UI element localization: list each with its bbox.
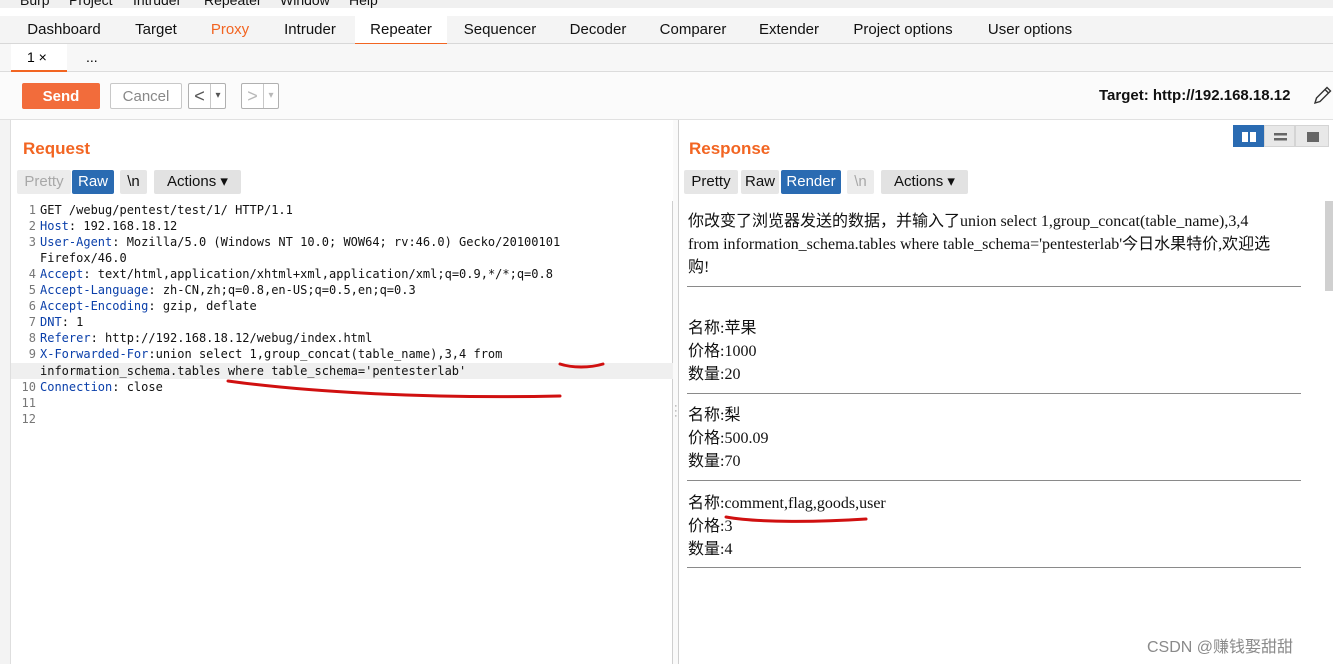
request-actions-dropdown[interactable]: Actions ▾ xyxy=(154,170,241,194)
response-pretty-button[interactable]: Pretty xyxy=(684,170,738,194)
request-line: 9 X-Forwarded-For:union select 1,group_co… xyxy=(28,347,503,361)
item-name: 名称:梨 xyxy=(688,407,741,424)
response-newline-toggle[interactable]: \n xyxy=(847,170,874,194)
menu-intruder[interactable]: Intruder xyxy=(133,0,181,8)
divider xyxy=(687,286,1301,287)
forward-dropdown-icon[interactable]: ▾ xyxy=(264,84,278,108)
menu-bar: Burp Project Intruder Repeater Window He… xyxy=(0,0,1333,8)
menu-project[interactable]: Project xyxy=(69,0,113,8)
response-scrollbar[interactable] xyxy=(1325,201,1333,291)
history-back-group[interactable]: < ▾ xyxy=(188,83,226,109)
tab-user-options[interactable]: User options xyxy=(978,16,1082,44)
item-price: 价格:3 xyxy=(688,518,733,535)
request-pretty-button[interactable]: Pretty xyxy=(17,170,71,194)
request-editor[interactable]: 1 GET /webug/pentest/test/1/ HTTP/1.1 2 Ho… xyxy=(11,201,673,664)
subtab-new[interactable]: ... xyxy=(70,44,116,72)
cancel-button[interactable]: Cancel xyxy=(110,83,182,109)
splitter-grip-icon[interactable]: · · · xyxy=(674,401,678,422)
item-price: 价格:500.09 xyxy=(688,430,769,447)
repeater-toolbar: Send Cancel < ▾ > ▾ Target: http://192.1… xyxy=(0,72,1333,120)
request-line: 3 User-Agent: Mozilla/5.0 (Windows NT 10.… xyxy=(28,235,561,249)
request-line: 1 GET /webug/pentest/test/1/ HTTP/1.1 xyxy=(28,203,293,217)
tab-sequencer[interactable]: Sequencer xyxy=(455,16,545,44)
divider xyxy=(687,480,1301,481)
tab-dashboard[interactable]: Dashboard xyxy=(18,16,110,44)
request-line: 11 xyxy=(21,396,36,410)
response-title: Response xyxy=(689,139,771,158)
request-line: 6 Accept-Encoding: gzip, deflate xyxy=(28,299,257,313)
divider xyxy=(687,567,1301,568)
menu-help[interactable]: Help xyxy=(349,0,378,8)
item-name: 名称:comment,flag,goods,user xyxy=(688,495,886,512)
main-tab-bar: Dashboard Target Proxy Intruder Repeater… xyxy=(0,16,1333,45)
request-line: Firefox/46.0 xyxy=(40,251,127,265)
menu-burp[interactable]: Burp xyxy=(20,0,50,8)
response-render-view: 你改变了浏览器发送的数据，并输入了union select 1,group_co… xyxy=(679,201,1333,664)
divider xyxy=(687,393,1301,394)
item-qty: 数量:70 xyxy=(688,453,741,470)
request-line: 2 Host: 192.168.18.12 xyxy=(28,219,178,233)
tab-decoder[interactable]: Decoder xyxy=(558,16,638,44)
forward-arrow-icon[interactable]: > xyxy=(242,84,264,108)
item-qty: 数量:4 xyxy=(688,541,733,558)
request-line: 5 Accept-Language: zh-CN,zh;q=0.8,en-US;q… xyxy=(28,283,416,297)
response-actions-dropdown[interactable]: Actions ▾ xyxy=(881,170,968,194)
tab-comparer[interactable]: Comparer xyxy=(650,16,736,44)
tab-proxy[interactable]: Proxy xyxy=(200,16,260,44)
item-price: 价格:1000 xyxy=(688,343,757,360)
menu-window[interactable]: Window xyxy=(280,0,330,8)
target-label: Target: http://192.168.18.12 xyxy=(1099,87,1291,104)
request-newline-toggle[interactable]: \n xyxy=(120,170,147,194)
subtab-1[interactable]: 1 × xyxy=(11,44,67,72)
request-title: Request xyxy=(23,139,91,158)
request-raw-button[interactable]: Raw xyxy=(72,170,114,194)
response-intro-line: 购! xyxy=(688,259,710,276)
request-line: 7 DNT: 1 xyxy=(28,315,84,329)
back-arrow-icon[interactable]: < xyxy=(189,84,211,108)
item-qty: 数量:20 xyxy=(688,366,741,383)
request-line-current: information_schema.tables where table_sc… xyxy=(11,363,673,380)
request-line: 4 Accept: text/html,application/xhtml+xml… xyxy=(28,267,553,281)
tab-extender[interactable]: Extender xyxy=(750,16,828,44)
request-line: 10 Connection: close xyxy=(21,380,163,394)
request-line: 12 xyxy=(21,412,36,426)
response-render-button[interactable]: Render xyxy=(781,170,841,194)
layout-side-by-side-icon[interactable] xyxy=(1233,125,1264,147)
layout-stacked-icon[interactable] xyxy=(1264,125,1295,147)
request-line: 8 Referer: http://192.168.18.12/webug/ind… xyxy=(28,331,373,345)
send-button[interactable]: Send xyxy=(22,83,100,109)
csdn-watermark: CSDN @赚钱娶甜甜 xyxy=(1147,639,1294,656)
tab-target[interactable]: Target xyxy=(124,16,188,44)
tab-repeater[interactable]: Repeater xyxy=(355,16,447,45)
left-edge-strip xyxy=(0,120,11,664)
response-raw-button[interactable]: Raw xyxy=(741,170,779,194)
menu-repeater[interactable]: Repeater xyxy=(204,0,262,8)
repeater-subtab-bar: 1 × ... xyxy=(0,44,1333,72)
response-intro-line: 你改变了浏览器发送的数据，并输入了union select 1,group_co… xyxy=(688,213,1249,230)
back-dropdown-icon[interactable]: ▾ xyxy=(211,84,225,108)
response-intro-line: from information_schema.tables where tab… xyxy=(688,236,1271,253)
history-forward-group[interactable]: > ▾ xyxy=(241,83,279,109)
tab-intruder[interactable]: Intruder xyxy=(272,16,348,44)
tab-project-options[interactable]: Project options xyxy=(842,16,964,44)
edit-target-pencil-icon[interactable] xyxy=(1312,84,1333,106)
item-name: 名称:苹果 xyxy=(688,320,757,337)
layout-tabs-icon[interactable] xyxy=(1295,125,1329,147)
